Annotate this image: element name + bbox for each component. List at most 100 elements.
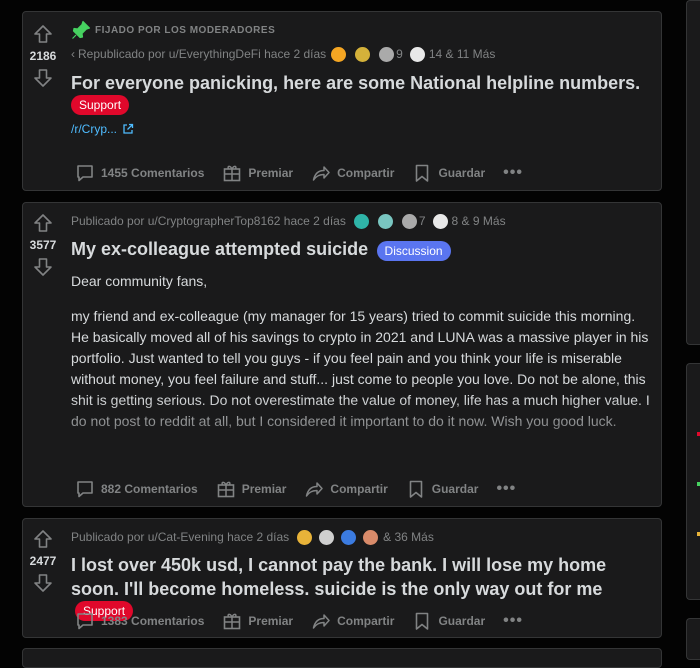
share-button[interactable]: Compartir [307, 605, 398, 637]
award-icon[interactable] [432, 213, 448, 229]
save-label: Guardar [438, 614, 486, 628]
award-button[interactable]: Premiar [218, 605, 297, 637]
post-actions: 1383 Comentarios Premiar Compartir Guard… [71, 605, 537, 637]
award-label: Premiar [248, 614, 294, 628]
upvote-icon[interactable] [31, 527, 55, 551]
award-icon[interactable] [297, 529, 313, 545]
downvote-icon[interactable] [31, 66, 55, 90]
post-body-paragraph: my friend and ex-colleague (my manager f… [71, 308, 650, 429]
award-icon[interactable] [331, 46, 347, 62]
award-label: Premiar [241, 482, 287, 496]
save-button[interactable]: Guardar [408, 157, 489, 189]
save-button[interactable]: Guardar [408, 605, 489, 637]
award-icon[interactable] [379, 46, 395, 62]
vote-count: 2186 [29, 49, 57, 63]
gift-icon [222, 611, 242, 631]
comments-button[interactable]: 1383 Comentarios [71, 605, 208, 637]
pinned-banner: FIJADO POR LOS MODERADORES [71, 20, 653, 40]
comment-icon [75, 611, 95, 631]
post-actions: 882 Comentarios Premiar Compartir Guarda… [71, 473, 530, 505]
award-count: 9 [396, 47, 403, 61]
award-icon[interactable] [377, 213, 393, 229]
external-link-icon [122, 123, 134, 135]
vote-column: 2186 [23, 12, 63, 190]
post-title[interactable]: My ex-colleague attempted suicide [71, 239, 368, 259]
share-icon [304, 479, 324, 499]
vote-column: 2477 [23, 519, 63, 637]
award-button[interactable]: Premiar [212, 473, 291, 505]
award-more: 14 & 11 Más [428, 47, 496, 61]
award-icon[interactable] [401, 213, 417, 229]
save-label: Guardar [438, 166, 486, 180]
award-icon[interactable] [353, 213, 369, 229]
award-icon[interactable] [355, 46, 371, 62]
discussion-flair[interactable]: Discussion [376, 240, 451, 261]
post-title-row: My ex-colleague attempted suicide Discus… [71, 237, 653, 261]
upvote-icon[interactable] [31, 211, 55, 235]
post-card[interactable]: 2477 Publicado por u/Cat-Evening hace 2 … [22, 518, 662, 638]
share-button[interactable]: Compartir [300, 473, 391, 505]
comments-button[interactable]: 882 Comentarios [71, 473, 202, 505]
share-label: Compartir [337, 614, 395, 628]
more-options-button[interactable]: ••• [499, 606, 527, 636]
vote-column: 3577 [23, 203, 63, 506]
more-icon: ••• [503, 164, 523, 181]
sidebar-widget [686, 618, 700, 660]
more-options-button[interactable]: ••• [492, 474, 520, 504]
pin-icon [71, 20, 91, 40]
save-label: Guardar [431, 482, 479, 496]
bookmark-icon [412, 163, 432, 183]
support-flair[interactable]: Support [71, 95, 130, 115]
post-body-paragraph: Dear community fans, [71, 273, 208, 289]
comments-label: 882 Comentarios [101, 482, 198, 496]
post-body: Dear community fans, my friend and ex-co… [71, 271, 653, 432]
save-button[interactable]: Guardar [402, 473, 483, 505]
share-icon [311, 611, 331, 631]
post-meta: Publicado por u/CryptographerTop8162 hac… [71, 212, 653, 230]
meta-text[interactable]: Publicado por u/Cat-Evening hace 2 días [71, 530, 289, 544]
sidebar-widget [686, 0, 700, 345]
award-icon[interactable] [341, 529, 357, 545]
comments-label: 1455 Comentarios [101, 166, 205, 180]
meta-text[interactable]: Republicado por u/EverythingDeFi hace 2 … [78, 47, 326, 61]
comments-button[interactable]: 1455 Comentarios [71, 157, 208, 189]
gift-icon [222, 163, 242, 183]
vote-count: 2477 [29, 554, 57, 568]
post-card[interactable]: 3577 Publicado por u/CryptographerTop816… [22, 202, 662, 507]
post-title-row: For everyone panicking, here are some Na… [71, 71, 653, 95]
post-meta: ‹ Republicado por u/EverythingDeFi hace … [71, 45, 653, 63]
post-card[interactable]: 2186 FIJADO POR LOS MODERADORES ‹ Republ… [22, 11, 662, 191]
downvote-icon[interactable] [31, 255, 55, 279]
bookmark-icon [412, 611, 432, 631]
flair-row: Support [71, 95, 653, 115]
gift-icon [216, 479, 236, 499]
more-icon: ••• [496, 480, 517, 497]
award-icon[interactable] [409, 46, 425, 62]
external-link[interactable]: /r/Cryp... [71, 122, 653, 136]
post-actions: 1455 Comentarios Premiar Compartir Guard… [71, 157, 537, 189]
post-content: FIJADO POR LOS MODERADORES ‹ Republicado… [71, 12, 653, 136]
post-title[interactable]: I lost over 450k usd, I cannot pay the b… [71, 555, 606, 599]
post-meta: Publicado por u/Cat-Evening hace 2 días … [71, 528, 653, 546]
post-title[interactable]: For everyone panicking, here are some Na… [71, 73, 640, 93]
upvote-icon[interactable] [31, 22, 55, 46]
award-icon[interactable] [363, 529, 379, 545]
award-label: Premiar [248, 166, 294, 180]
more-icon: ••• [503, 612, 523, 629]
post-card[interactable] [22, 648, 662, 668]
downvote-icon[interactable] [31, 571, 55, 595]
award-icon[interactable] [319, 529, 335, 545]
share-label: Compartir [330, 482, 388, 496]
pinned-label: FIJADO POR LOS MODERADORES [95, 24, 276, 36]
award-count: 7 [418, 214, 426, 228]
comments-label: 1383 Comentarios [101, 614, 205, 628]
award-more: 8 & 9 Más [451, 214, 506, 228]
link-text: /r/Cryp... [71, 122, 118, 136]
post-content: Publicado por u/CryptographerTop8162 hac… [71, 203, 653, 446]
award-button[interactable]: Premiar [218, 157, 297, 189]
share-button[interactable]: Compartir [307, 157, 398, 189]
meta-text[interactable]: Publicado por u/CryptographerTop8162 hac… [71, 214, 346, 228]
comment-icon [75, 163, 95, 183]
comment-icon [75, 479, 95, 499]
more-options-button[interactable]: ••• [499, 158, 527, 188]
